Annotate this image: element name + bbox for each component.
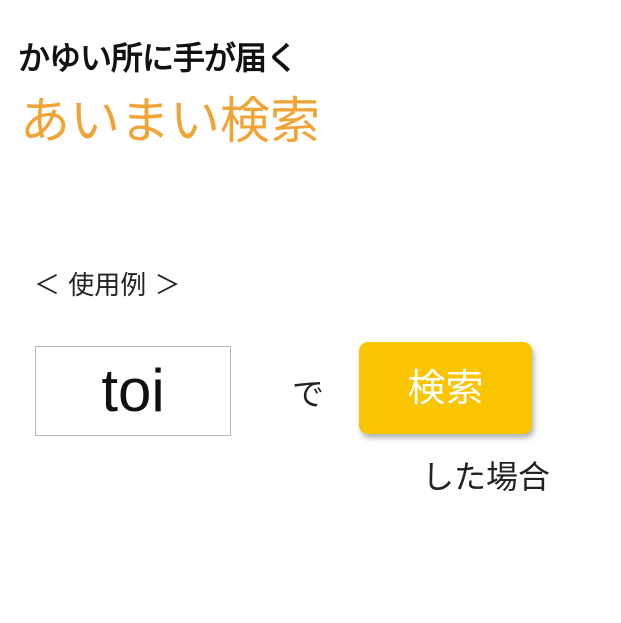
search-input[interactable]: toi [35, 346, 231, 436]
tagline: かゆい所に手が届く [18, 39, 298, 77]
search-button-label: 検索 [407, 366, 484, 410]
result-caption: した場合 [422, 458, 551, 496]
particle-de: で [292, 375, 325, 413]
example-label: ＜ 使用例 ＞ [34, 271, 181, 301]
page-title: あいまい検索 [20, 92, 320, 150]
search-input-value: toi [101, 357, 165, 424]
search-button[interactable]: 検索 [359, 342, 532, 434]
